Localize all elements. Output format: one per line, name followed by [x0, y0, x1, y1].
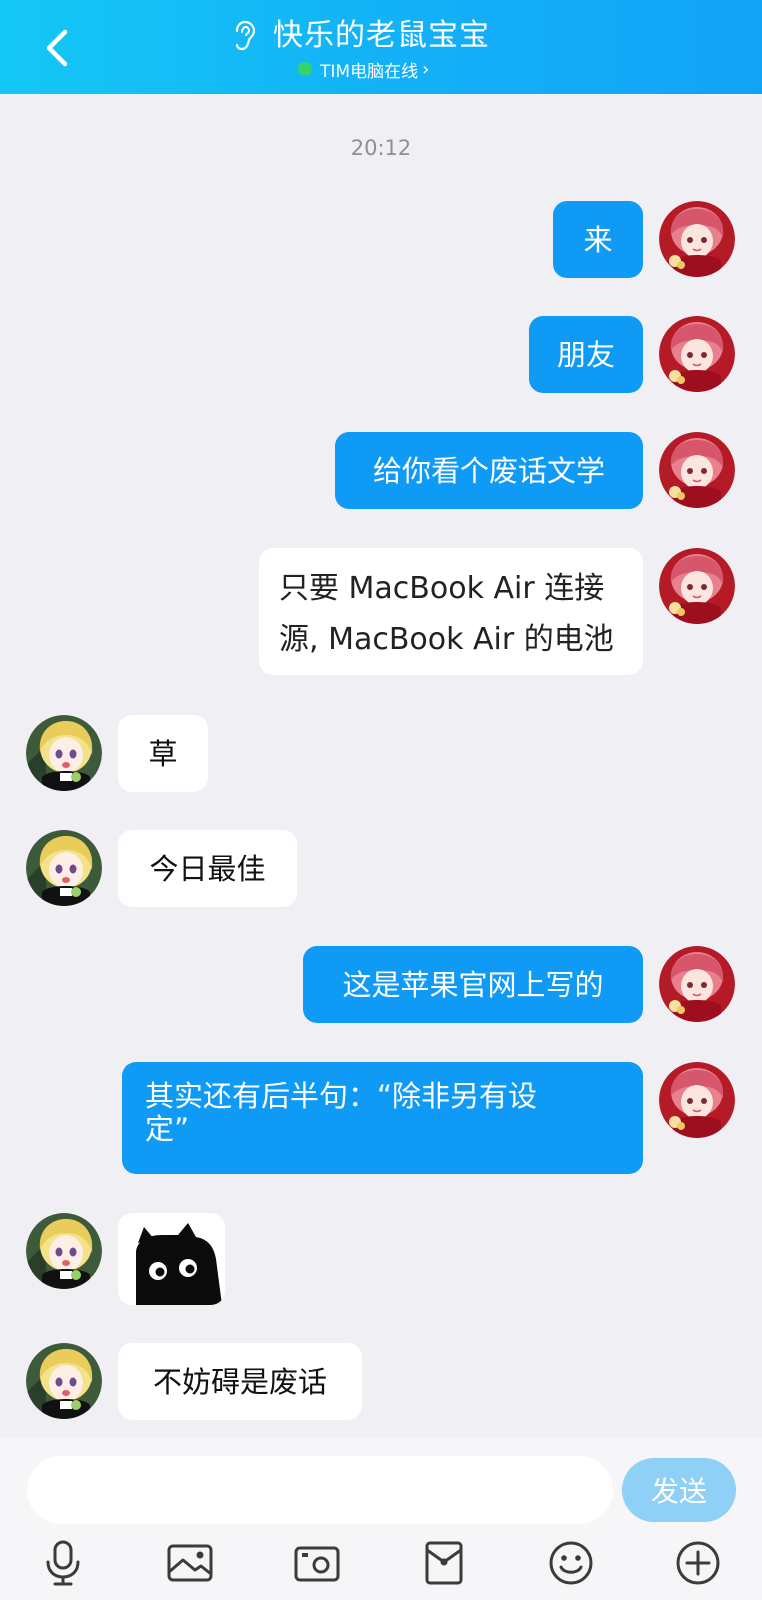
avatar-friend[interactable]: [26, 1343, 102, 1419]
message-timestamp: 20:12: [350, 136, 412, 160]
message-text: 朋友: [556, 337, 615, 372]
red-packet-button[interactable]: [417, 1538, 471, 1588]
more-button[interactable]: [671, 1538, 725, 1588]
online-dot-icon: [298, 62, 312, 76]
red-packet-icon: [425, 1541, 463, 1585]
back-button[interactable]: [34, 22, 78, 74]
message-bubble-incoming[interactable]: 今日最佳: [118, 830, 297, 907]
message-text-line: 只要 MacBook Air 连接: [279, 571, 605, 606]
chat-header: 快乐的老鼠宝宝 TIM电脑在线 ›: [0, 0, 762, 94]
send-button[interactable]: 发送: [622, 1458, 736, 1522]
message-bubble-incoming[interactable]: 草: [118, 715, 208, 792]
message-text: 给你看个废话文学: [372, 453, 605, 488]
message-text-line: 定”: [145, 1112, 190, 1146]
avatar-friend[interactable]: [26, 830, 102, 906]
microphone-icon: [46, 1540, 80, 1586]
avatar-self[interactable]: [659, 548, 735, 624]
message-input[interactable]: [27, 1456, 613, 1524]
camera-icon: [294, 1546, 340, 1582]
message-bubble-incoming[interactable]: 不妨碍是废话: [118, 1343, 362, 1420]
message-text: 草: [148, 736, 178, 771]
message-bubble-outgoing[interactable]: 其实还有后半句：“除非另有设 定”: [122, 1062, 643, 1174]
avatar-self[interactable]: [659, 946, 735, 1022]
message-bubble-outgoing[interactable]: 给你看个废话文学: [335, 432, 643, 509]
message-text: 今日最佳: [149, 851, 266, 886]
avatar-friend[interactable]: [26, 1213, 102, 1289]
camera-button[interactable]: [290, 1538, 344, 1588]
ear-icon[interactable]: [231, 19, 259, 53]
chevron-right-icon: ›: [422, 58, 430, 80]
photo-icon: [167, 1544, 213, 1582]
online-status-label: TIM电脑在线: [320, 61, 419, 82]
emoji-icon: [549, 1541, 593, 1585]
message-text: 来: [583, 222, 613, 257]
message-bubble-outgoing[interactable]: 朋友: [529, 316, 643, 393]
sticker-message[interactable]: [118, 1213, 225, 1305]
message-text-line: 源, MacBook Air 的电池: [279, 622, 614, 657]
title-row: 快乐的老鼠宝宝: [231, 14, 490, 58]
avatar-friend[interactable]: [26, 715, 102, 791]
message-text-line: 其实还有后半句：“除非另有设: [145, 1079, 538, 1113]
emoji-button[interactable]: [544, 1538, 598, 1588]
chevron-left-icon: [46, 29, 68, 67]
message-text: 不妨碍是废话: [152, 1364, 327, 1399]
avatar-self[interactable]: [659, 432, 735, 508]
avatar-self[interactable]: [659, 316, 735, 392]
black-cat-sticker-icon: [136, 1223, 222, 1305]
photo-button[interactable]: [163, 1538, 217, 1588]
chat-title[interactable]: 快乐的老鼠宝宝: [273, 14, 490, 58]
message-bubble-outgoing[interactable]: 来: [553, 201, 643, 278]
message-bubble-image-text[interactable]: 只要 MacBook Air 连接 源, MacBook Air 的电池: [259, 548, 643, 675]
voice-button[interactable]: [36, 1538, 90, 1588]
message-bubble-outgoing[interactable]: 这是苹果官网上写的: [303, 946, 643, 1023]
online-status[interactable]: TIM电脑在线 ›: [298, 58, 430, 82]
avatar-self[interactable]: [659, 1062, 735, 1138]
avatar-self[interactable]: [659, 201, 735, 277]
message-text: 这是苹果官网上写的: [342, 967, 604, 1002]
plus-icon: [676, 1541, 720, 1585]
input-bar: 发送: [0, 1438, 762, 1600]
